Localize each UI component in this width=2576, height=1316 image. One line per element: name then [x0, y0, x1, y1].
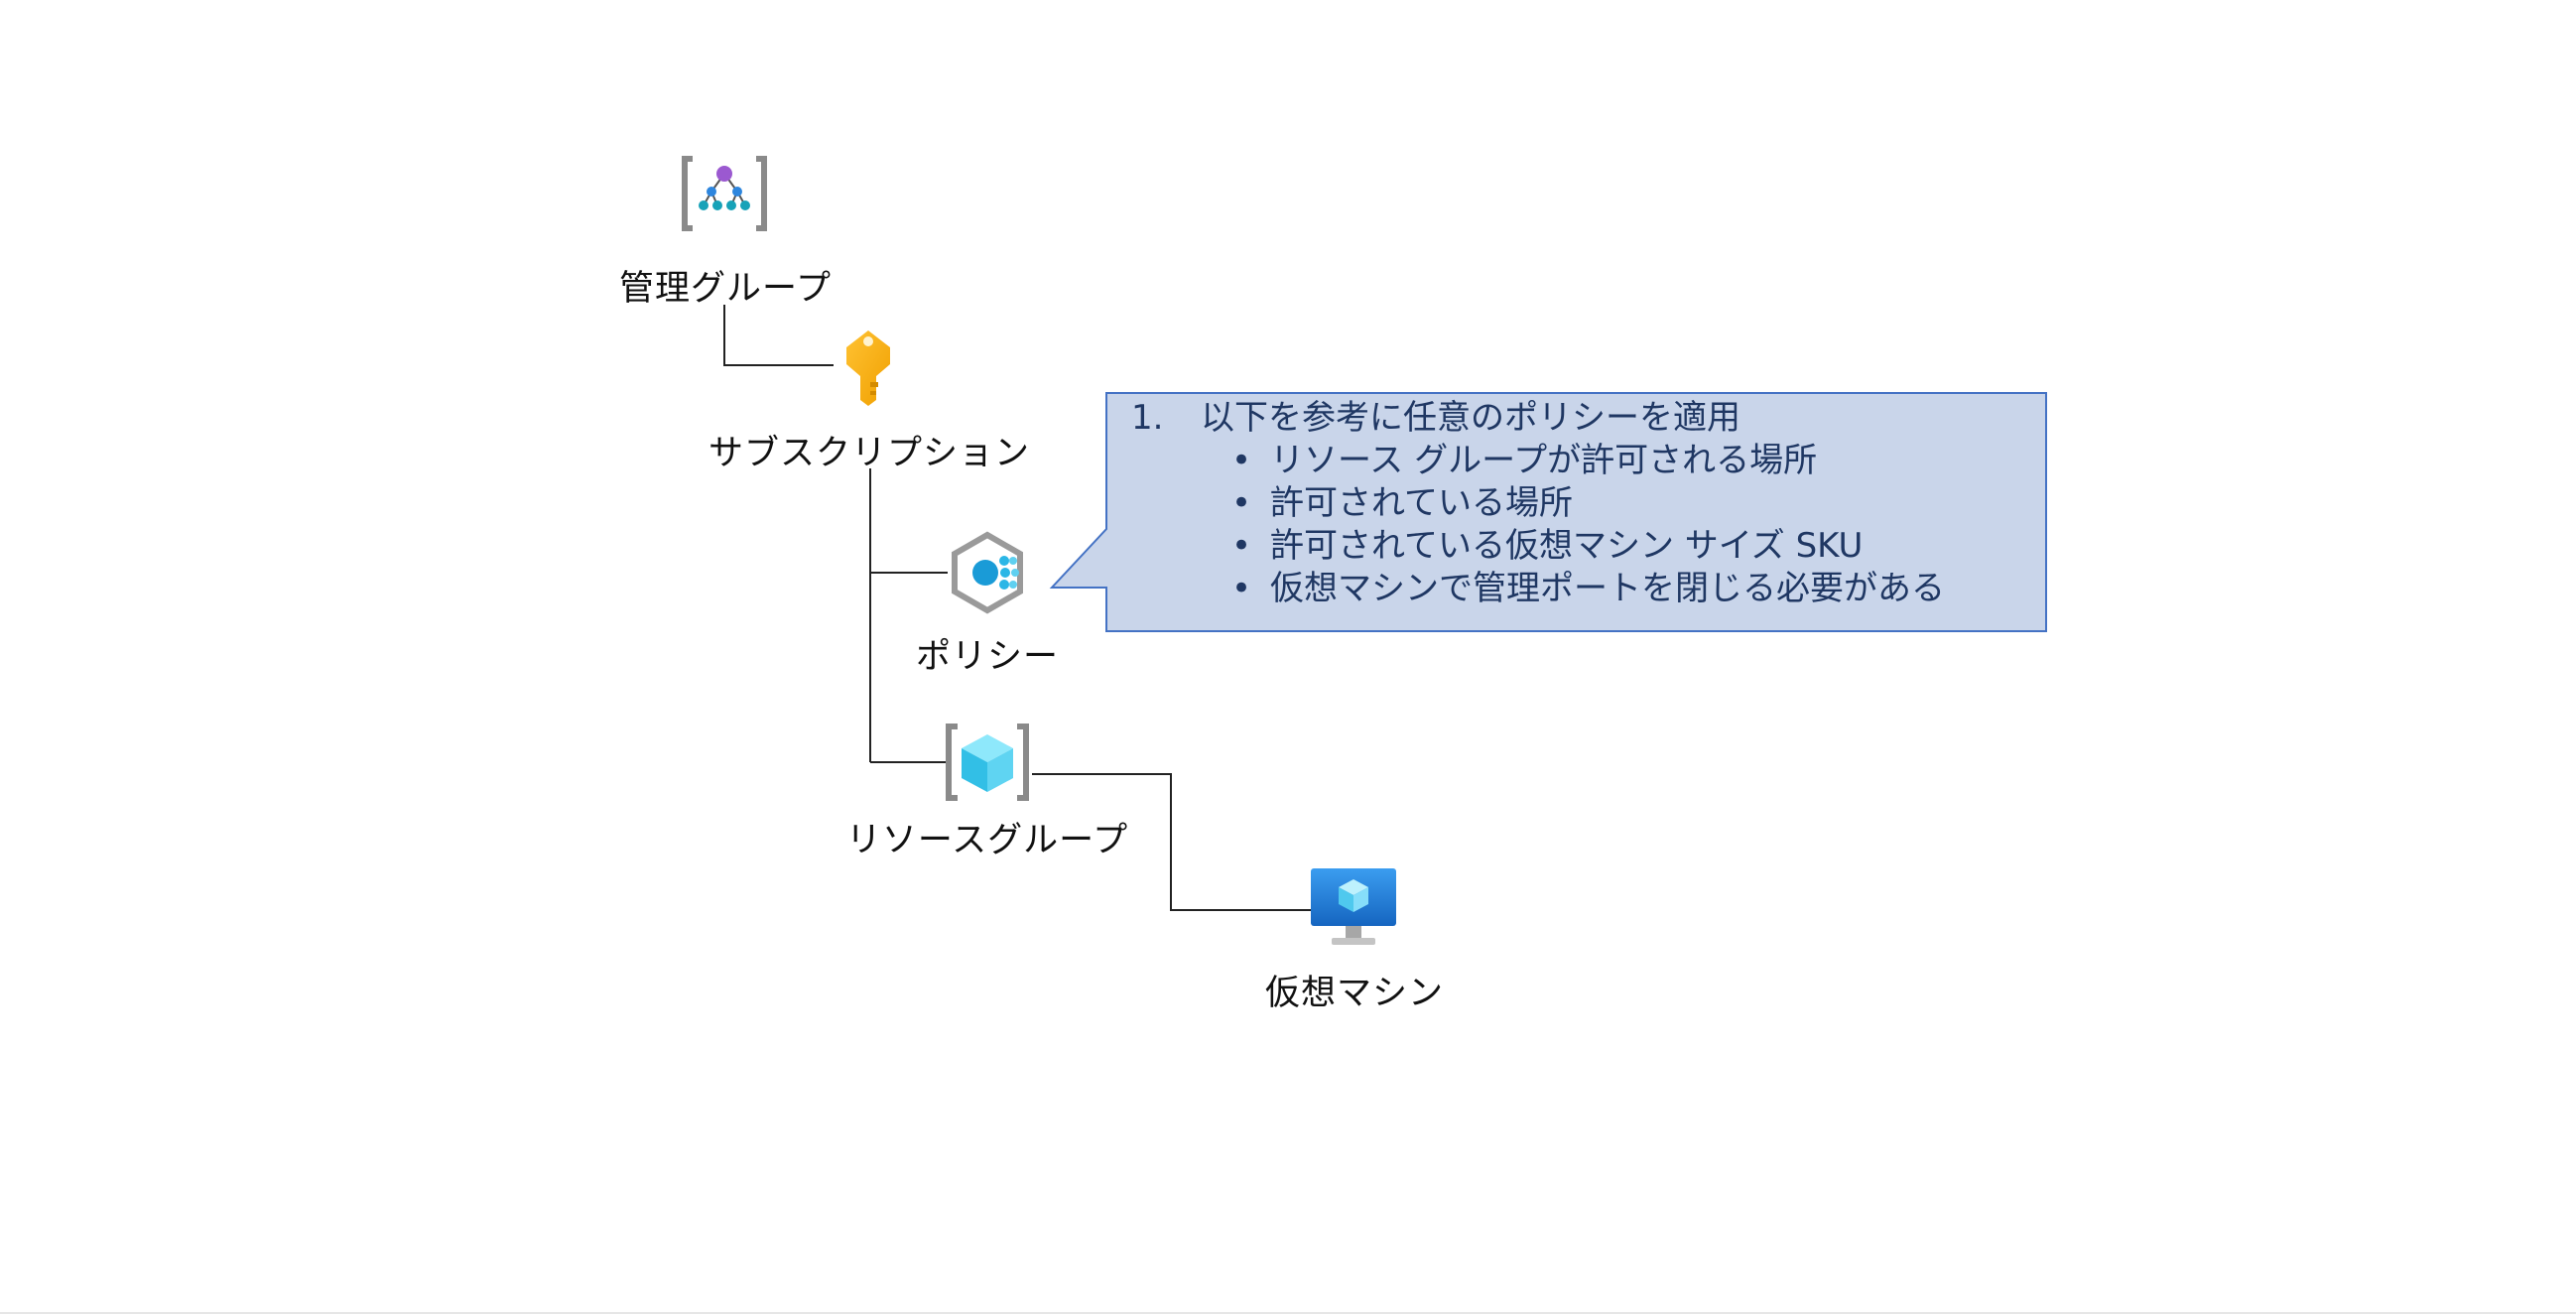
- list-item: • 許可されている仮想マシン サイズ SKU: [1131, 525, 1945, 568]
- resource-group-label: リソースグループ: [845, 821, 1129, 860]
- key-icon: [846, 330, 890, 406]
- list-item-text: 仮想マシンで管理ポートを閉じる必要がある: [1270, 569, 1945, 608]
- callout-heading-text: 以下を参考に任意のポリシーを適用: [1201, 398, 1740, 438]
- policy-icon: [952, 531, 1023, 614]
- management-group-label: 管理グループ: [619, 269, 832, 309]
- list-item-text: 許可されている場所: [1270, 483, 1573, 523]
- bullet: •: [1231, 569, 1252, 608]
- list-item: • 許可されている場所: [1131, 482, 1945, 525]
- virtual-machine-label: 仮想マシン: [1264, 974, 1445, 1013]
- bullet: •: [1231, 441, 1252, 480]
- list-item-text: 許可されている仮想マシン サイズ SKU: [1270, 526, 1864, 566]
- callout-number: 1.: [1131, 398, 1164, 438]
- list-item: • リソース グループが許可される場所: [1131, 440, 1945, 482]
- virtual-machine-icon: [1311, 868, 1396, 945]
- list-item-text: リソース グループが許可される場所: [1270, 441, 1818, 480]
- list-item: • 仮想マシンで管理ポートを閉じる必要がある: [1131, 568, 1945, 610]
- policy-examples-list: • リソース グループが許可される場所 • 許可されている場所 • 許可されている仮想…: [1131, 440, 1945, 610]
- hierarchy-diagram: [682, 156, 2047, 945]
- subscription-label: サブスクリプション: [708, 434, 1031, 473]
- bullet: •: [1231, 483, 1252, 523]
- policy-label: ポリシー: [915, 637, 1060, 677]
- callout-heading: 1. 以下を参考に任意のポリシーを適用: [1131, 397, 1945, 440]
- resource-group-icon: [946, 724, 1029, 801]
- bullet: •: [1231, 526, 1252, 566]
- management-group-icon: [682, 156, 767, 231]
- connector-mg-subscription: [723, 305, 834, 366]
- bottom-divider: [0, 1312, 2576, 1314]
- callout-content: 1. 以下を参考に任意のポリシーを適用 • リソース グループが許可される場所 • 許…: [1131, 397, 1945, 610]
